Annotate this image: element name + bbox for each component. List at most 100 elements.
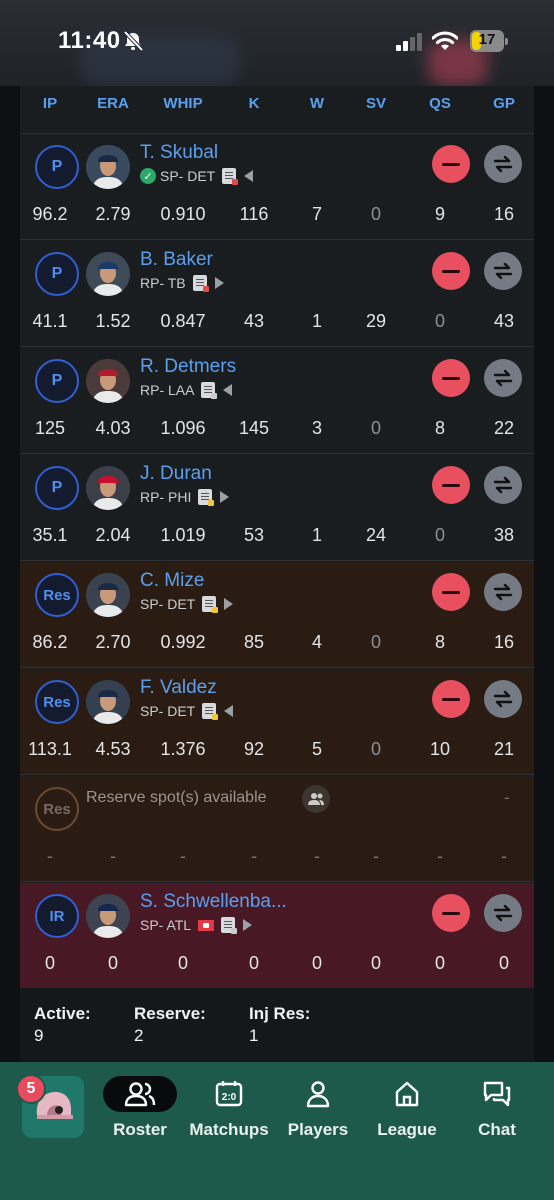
stat-ip: 35.1 [32, 525, 68, 545]
player-note-icon[interactable] [221, 917, 238, 934]
caret-right-icon[interactable] [224, 598, 234, 610]
nav-league[interactable]: League [357, 1076, 457, 1146]
reserve-empty-row[interactable]: Res Reserve spot(s) available - - - - - - - - - [20, 776, 534, 882]
column-header-ip[interactable]: IP [20, 95, 80, 112]
nav-players[interactable]: Players [268, 1076, 368, 1146]
stat-whip: 0.847 [160, 311, 206, 331]
drop-player-button[interactable] [432, 573, 470, 611]
player-name[interactable]: J. Duran [140, 463, 212, 485]
position-badge[interactable]: IR [35, 894, 79, 938]
column-header-k[interactable]: K [224, 95, 284, 112]
reserve-count: 2 [134, 1026, 144, 1045]
player-name[interactable]: F. Valdez [140, 677, 217, 699]
player-note-icon[interactable] [202, 596, 219, 613]
player-name[interactable]: S. Schwellenba... [140, 891, 287, 913]
column-header-gp[interactable]: GP [474, 95, 534, 112]
note-status-dot [208, 500, 215, 506]
position-badge[interactable]: P [35, 145, 79, 189]
player-name[interactable]: T. Skubal [140, 142, 218, 164]
player-avatar[interactable] [86, 894, 130, 938]
position-badge[interactable]: Res [35, 573, 79, 617]
reserve-label: Reserve: [134, 1004, 206, 1023]
nav-roster[interactable]: Roster [90, 1076, 190, 1146]
move-player-button[interactable] [484, 145, 522, 183]
roster-table: IP ERA WHIP K W SV QS GP P T. Skubal ✓ SP- DET 96.2… [20, 86, 534, 1062]
move-player-button[interactable] [484, 252, 522, 290]
player-name[interactable]: C. Mize [140, 570, 204, 592]
drop-player-button[interactable] [432, 680, 470, 718]
player-row[interactable]: P B. Baker RP- TB 41.1 1.52 0.847 43 1 29 0 43 [20, 241, 534, 347]
position-badge[interactable]: P [35, 466, 79, 510]
bell-slash-icon [123, 30, 144, 52]
caret-left-icon[interactable] [223, 384, 233, 396]
notification-badge: 5 [16, 1074, 46, 1104]
stat-era: 1.52 [95, 311, 131, 331]
move-player-button[interactable] [484, 894, 522, 932]
player-note-icon[interactable] [202, 703, 219, 720]
position-badge: Res [35, 787, 79, 831]
stat-k: 85 [243, 632, 265, 652]
player-avatar[interactable] [86, 680, 130, 724]
position-badge[interactable]: Res [35, 680, 79, 724]
column-header-w[interactable]: W [287, 95, 347, 112]
move-player-button[interactable] [484, 466, 522, 504]
player-row[interactable]: P R. Detmers RP- LAA 125 4.03 1.096 145 3 0 8 22 [20, 348, 534, 454]
player-avatar[interactable] [86, 145, 130, 189]
swap-arrows-icon [493, 369, 513, 387]
stat-ip: 86.2 [32, 632, 68, 652]
player-note-icon[interactable] [222, 168, 239, 185]
column-header-qs[interactable]: QS [410, 95, 470, 112]
player-avatar[interactable] [86, 573, 130, 617]
column-header-era[interactable]: ERA [83, 95, 143, 112]
drop-player-button[interactable] [432, 894, 470, 932]
position-team: SP- ATL [140, 917, 192, 933]
player-note-icon[interactable] [201, 382, 218, 399]
player-note-icon[interactable] [198, 489, 215, 506]
caret-right-icon[interactable] [220, 491, 230, 503]
player-row[interactable]: P T. Skubal ✓ SP- DET 96.2 2.79 0.910 116 7 0 9 16 [20, 134, 534, 240]
position-badge[interactable]: P [35, 252, 79, 296]
position-team: RP- PHI [140, 489, 192, 505]
stat-era: 2.70 [95, 632, 131, 652]
stat-w: 0 [311, 953, 322, 973]
player-avatar[interactable] [86, 359, 130, 403]
move-player-button[interactable] [484, 359, 522, 397]
stat-gp: 21 [493, 739, 515, 759]
drop-player-button[interactable] [432, 466, 470, 504]
stat-k: 0 [248, 953, 259, 973]
stat-era: - [110, 846, 116, 866]
drop-player-button[interactable] [432, 359, 470, 397]
stat-sv: 0 [370, 204, 381, 224]
player-row[interactable]: Res F. Valdez SP- DET 113.1 4.53 1.376 92 5 0 10 2… [20, 669, 534, 775]
player-name[interactable]: R. Detmers [140, 356, 236, 378]
caret-left-icon[interactable] [244, 170, 254, 182]
player-avatar[interactable] [86, 252, 130, 296]
caret-left-icon[interactable] [224, 705, 234, 717]
swap-arrows-icon [493, 155, 513, 173]
position-badge[interactable]: P [35, 359, 79, 403]
player-row[interactable]: Res C. Mize SP- DET 86.2 2.70 0.992 85 4 0 8 16 [20, 562, 534, 668]
stat-k: 53 [243, 525, 265, 545]
caret-right-icon[interactable] [243, 919, 253, 931]
player-avatar[interactable] [86, 466, 130, 510]
position-team: RP- LAA [140, 382, 195, 398]
nav-chat[interactable]: Chat [447, 1076, 547, 1146]
player-name[interactable]: B. Baker [140, 249, 213, 271]
player-note-icon[interactable] [192, 275, 209, 292]
move-player-button[interactable] [484, 680, 522, 718]
active-count: 9 [34, 1026, 44, 1045]
caret-right-icon[interactable] [214, 277, 224, 289]
player-row[interactable]: IR S. Schwellenba... SP- ATL 0 0 0 0 0 0 0 0 [20, 883, 534, 989]
drop-player-button[interactable] [432, 145, 470, 183]
player-info: SP- ATL [140, 917, 253, 934]
move-player-button[interactable] [484, 573, 522, 611]
drop-player-button[interactable] [432, 252, 470, 290]
add-player-button[interactable] [302, 785, 330, 813]
stat-k: - [251, 846, 257, 866]
injured-reserve-label: Inj Res: [249, 1004, 311, 1023]
column-header-whip[interactable]: WHIP [153, 95, 213, 112]
home-icon [395, 1081, 419, 1107]
nav-matchups[interactable]: 2:0 Matchups [179, 1076, 279, 1146]
player-row[interactable]: P J. Duran RP- PHI 35.1 2.04 1.019 53 1 24 0 38 [20, 455, 534, 561]
column-header-sv[interactable]: SV [346, 95, 406, 112]
